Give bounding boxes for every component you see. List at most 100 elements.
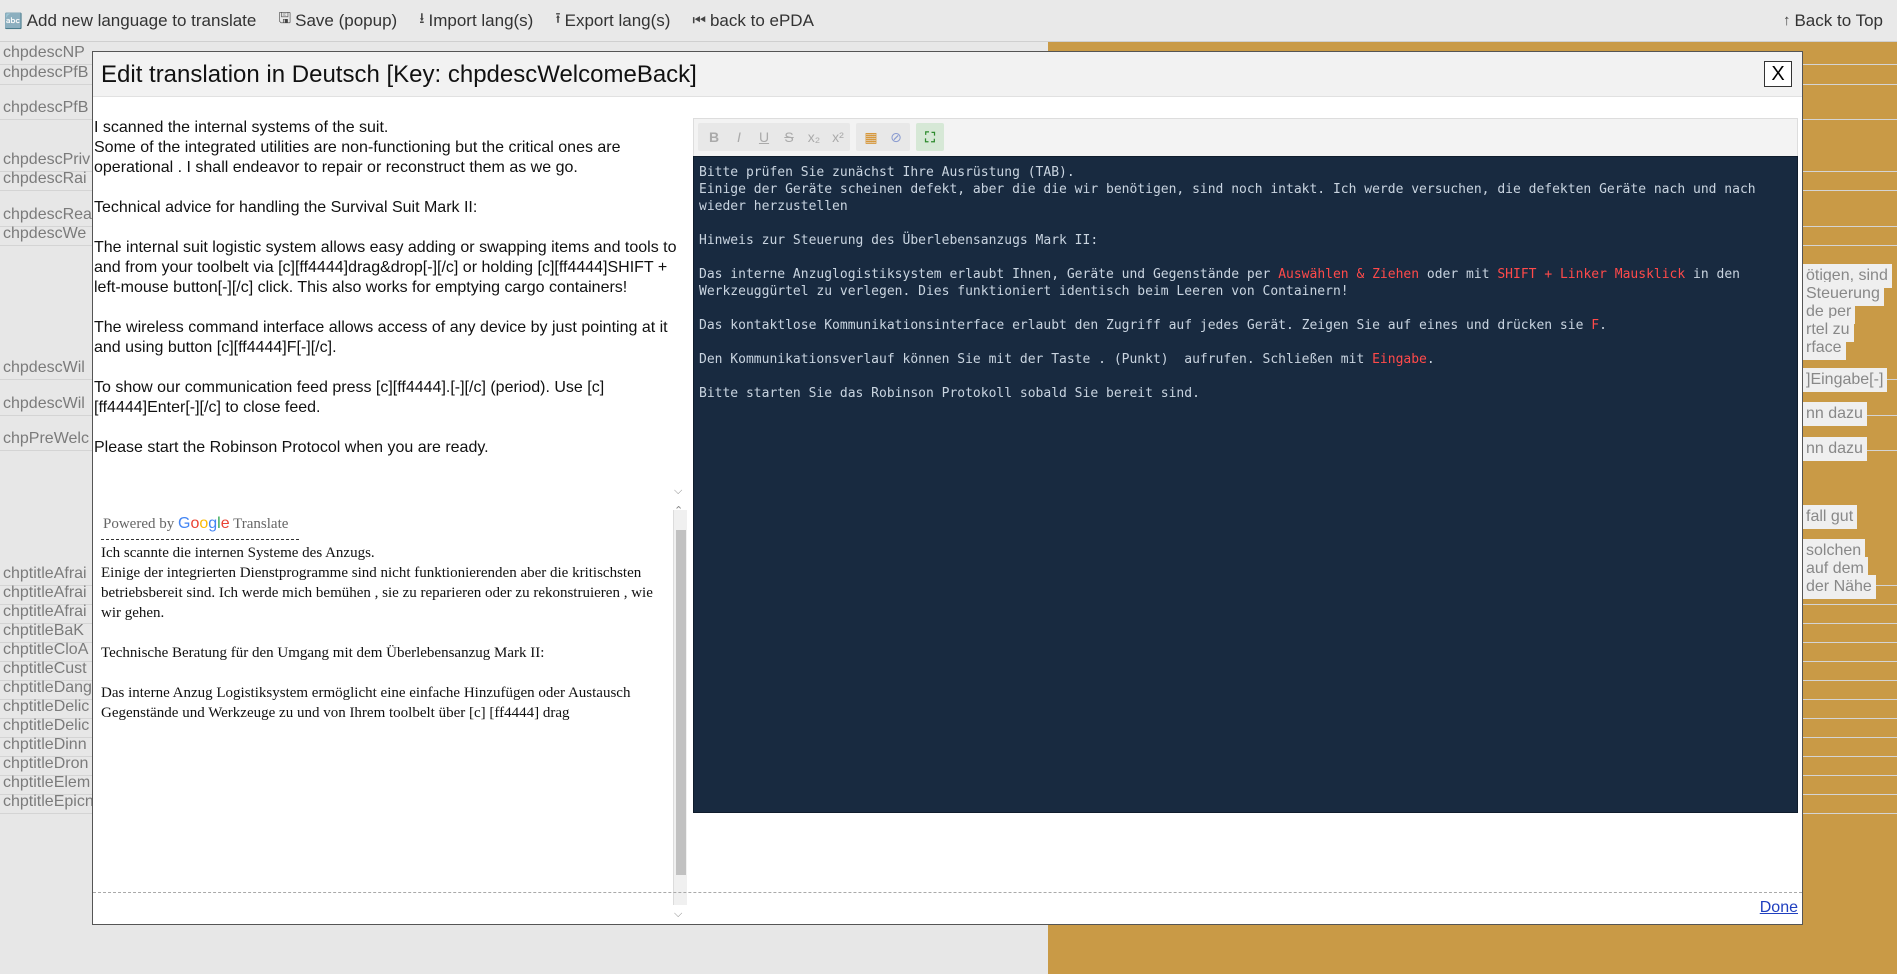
editor-text: Bitte prüfen Sie zunächst Ihre Ausrüstun… [699,165,1075,180]
chevron-up-icon[interactable]: ⌃ [674,504,683,517]
row-key: chpdescPfB [3,64,89,81]
background-cell-fragment: fall gut [1802,505,1858,529]
source-text-line: Please start the Robinson Protocol when … [94,439,489,456]
dialog-title: Edit translation in Deutsch [Key: chpdes… [101,61,697,88]
highlighted-text: Eingabe [1372,352,1427,367]
dialog-header: Edit translation in Deutsch [Key: chpdes… [93,52,1802,97]
italic-button[interactable]: I [727,125,751,149]
editor-line: Bitte starten Sie das Robinson Protokoll… [699,385,1792,402]
add-language-label: Add new language to translate [26,10,257,30]
row-key: chptitleDinn [3,736,87,753]
add-language-button[interactable]: 🔤 Add new language to translate [4,11,256,31]
background-cell-fragment: rface [1802,336,1846,360]
editor-line: Das kontaktlose Kommunikationsinterface … [699,317,1792,334]
row-key: chpdescPriv [3,151,91,168]
row-key: chpdescWil [3,359,85,376]
row-key: chpPreWelc [3,430,89,447]
arrow-up-icon: ↑ [1782,12,1791,29]
back-to-epda-label: back to ePDA [709,10,814,30]
row-key: chptitleDron [3,755,89,772]
row-key: chpdescWe [3,225,87,242]
source-text-line [93,298,678,318]
top-toolbar: 🔤 Add new language to translate 🖫 Save (… [0,0,1897,42]
source-text-line [93,178,678,198]
source-text-line: Technical advice for handling the Surviv… [94,199,478,216]
background-cell-fragment: nn dazu [1802,402,1867,426]
row-key: chptitleBaK [3,622,84,639]
source-text-line [93,418,678,438]
export-lang-button[interactable]: ⭱ Export lang(s) [555,8,670,33]
editor-line: Das interne Anzuglogistiksystem erlaubt … [699,266,1792,300]
row-key: chpdescRea [3,206,92,223]
editor-line: Den Kommunikationsverlauf können Sie mit… [699,351,1792,368]
eraser-icon[interactable]: ⊘ [884,125,908,149]
editor-text: Das interne Anzuglogistiksystem erlaubt … [699,267,1279,282]
highlighted-text: SHIFT + Linker Mausklick [1497,267,1686,282]
editor-line: Einige der Geräte scheinen defekt, aber … [699,181,1792,215]
machine-translation-line: Technische Beratung für den Umgang mit d… [101,645,545,661]
powered-by-google: Powered by Google Translate [103,515,288,533]
back-to-top-button[interactable]: ↑ Back to Top [1783,11,1883,31]
translate-icon: 🔤 [4,12,23,30]
translation-editor[interactable]: Bitte prüfen Sie zunächst Ihre Ausrüstun… [693,156,1798,813]
upload-icon: ⭱ [555,10,561,27]
subscript-button[interactable]: x₂ [802,125,826,149]
edit-translation-dialog: Edit translation in Deutsch [Key: chpdes… [92,51,1803,925]
save-popup-button[interactable]: 🖫 Save (popup) [278,8,397,33]
machine-translation-line: Einige der integrierten Dienstprogramme … [101,565,653,621]
row-key: chptitleCloA [3,641,89,658]
editor-text: . [1599,318,1607,333]
color-palette-icon[interactable]: ▦ [859,125,883,149]
editor-text: Den Kommunikationsverlauf können Sie mit… [699,352,1373,367]
close-button[interactable]: X [1764,61,1792,87]
row-key: chpdescPfB [3,99,89,116]
background-cell-fragment: nn dazu [1802,437,1867,461]
source-text-line: The wireless command interface allows ac… [94,319,668,356]
source-text-line: I scanned the internal systems of the su… [94,119,389,136]
highlighted-text: F [1591,318,1600,333]
source-text-line: The internal suit logistic system allows… [94,239,677,296]
source-text-line [93,358,678,378]
fullscreen-icon[interactable]: ⛶ [918,125,942,149]
source-text-line: To show our communication feed press [c]… [94,379,605,416]
highlighted-text: Auswählen & Ziehen [1278,267,1420,282]
chevron-down-icon[interactable]: ⌵ [674,908,682,921]
bold-button[interactable]: B [702,125,726,149]
import-lang-label: Import lang(s) [428,10,534,30]
source-text-pane: I scanned the internal systems of the su… [93,118,678,523]
back-to-top-label: Back to Top [1794,10,1883,30]
divider [101,539,299,540]
strikethrough-button[interactable]: S [777,125,801,149]
row-key: chptitleDang [3,679,92,696]
row-key: chptitleAfrai [3,603,87,620]
underline-button[interactable]: U [752,125,776,149]
back-to-epda-button[interactable]: ⏮ back to ePDA [692,11,813,31]
translate-label: Translate [233,516,289,532]
editor-text: Einige der Geräte scheinen defekt, aber … [699,182,1764,214]
import-lang-button[interactable]: ⭳ Import lang(s) [419,8,533,33]
scrollbar-thumb[interactable] [676,530,686,875]
google-logo: Google [178,515,230,532]
editor-text: Bitte starten Sie das Robinson Protokoll… [699,386,1200,401]
superscript-button[interactable]: x² [826,125,850,149]
row-key: chptitleCust [3,660,87,677]
row-key: chptitleElem [3,774,91,791]
row-key: chptitleAfrai [3,584,87,601]
machine-translation-line: Das interne Anzug Logistiksystem ermögli… [101,685,631,721]
scrollbar[interactable] [673,510,687,905]
chevron-down-icon[interactable]: ⌵ [674,485,682,498]
background-cell-fragment: ]Eingabe[-] [1802,368,1888,392]
source-text-line [93,218,678,238]
row-key: chpdescNP [3,44,85,61]
export-lang-label: Export lang(s) [564,10,671,30]
done-link[interactable]: Done [1760,899,1798,917]
step-backward-icon: ⏮ [692,12,706,29]
footer-divider [93,892,1802,893]
machine-translation-line [101,663,661,683]
machine-translation-pane: Ich scannte die internen Systeme des Anz… [101,543,661,903]
